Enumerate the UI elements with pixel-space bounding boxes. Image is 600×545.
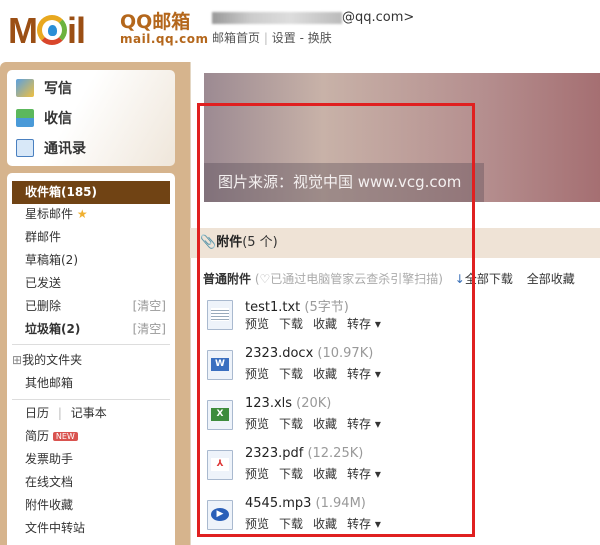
compose-button[interactable]: 写信 xyxy=(16,74,72,102)
skin-link[interactable]: 换肤 xyxy=(308,31,332,45)
my-folders[interactable]: ⊞我的文件夹 xyxy=(12,349,170,372)
save-all-button[interactable]: 全部收藏 xyxy=(527,272,575,286)
user-email: @qq.com> xyxy=(342,10,415,25)
empty-spam-button[interactable]: [清空] xyxy=(133,318,166,341)
folder-label: 垃圾箱(2) xyxy=(25,322,81,336)
attachment-favorites-link[interactable]: 附件收藏 xyxy=(12,494,170,517)
folder-inbox[interactable]: 收件箱(185) xyxy=(12,181,170,204)
mailbox-home-link[interactable]: 邮箱首页 xyxy=(212,31,260,45)
compose-icon xyxy=(16,79,34,97)
highlight-box xyxy=(197,103,475,537)
folder-group[interactable]: 群邮件 xyxy=(12,226,170,249)
contacts-button[interactable]: 通讯录 xyxy=(16,134,86,162)
online-docs-link[interactable]: 在线文档 xyxy=(12,471,170,494)
brand: QQ邮箱 mail.qq.com xyxy=(120,12,209,46)
receive-button[interactable]: 收信 xyxy=(16,104,72,132)
separator: | xyxy=(57,406,62,420)
separator: | xyxy=(263,31,268,45)
compose-label: 写信 xyxy=(44,81,72,97)
header-links: 邮箱首页 | 设置 - 换肤 xyxy=(212,29,332,46)
folder-drafts[interactable]: 草稿箱(2) xyxy=(12,249,170,272)
divider xyxy=(12,399,170,400)
expand-icon[interactable]: ⊞ xyxy=(12,353,22,367)
invoice-helper-link[interactable]: 发票助手 xyxy=(12,448,170,471)
folder-spam[interactable]: 垃圾箱(2) [清空] xyxy=(12,318,170,341)
contacts-icon xyxy=(16,139,34,157)
calendar-notes: 日历 | 记事本 xyxy=(12,402,170,425)
inbox-download-icon xyxy=(16,109,34,127)
other-mailboxes[interactable]: 其他邮箱 xyxy=(12,372,170,395)
settings-link[interactable]: 设置 xyxy=(272,31,296,45)
resume-link[interactable]: 简历 NEW xyxy=(12,425,170,448)
header: Mil QQ邮箱 mail.qq.com @qq.com> 邮箱首页 | 设置 -… xyxy=(0,0,600,62)
blurred-name xyxy=(212,11,342,24)
user-account: @qq.com> xyxy=(212,10,414,25)
empty-deleted-button[interactable]: [清空] xyxy=(133,295,166,318)
resume-label: 简历 xyxy=(25,429,50,443)
receive-label: 收信 xyxy=(44,111,72,127)
brand-url: mail.qq.com xyxy=(120,32,209,46)
folder-label: 已删除 xyxy=(25,299,62,313)
folder-label: 星标邮件 xyxy=(25,207,74,221)
calendar-link[interactable]: 日历 xyxy=(25,406,49,420)
folder-sent[interactable]: 已发送 xyxy=(12,272,170,295)
qq-mail-logo[interactable]: Mil xyxy=(8,10,86,52)
star-icon: ★ xyxy=(76,207,88,221)
folder-deleted[interactable]: 已删除 [清空] xyxy=(12,295,170,318)
separator: - xyxy=(299,31,304,45)
my-folders-label: 我的文件夹 xyxy=(22,353,83,367)
brand-name: QQ邮箱 xyxy=(120,11,191,33)
divider xyxy=(12,344,170,345)
new-badge: NEW xyxy=(52,432,78,441)
file-transfer-link[interactable]: 文件中转站 xyxy=(12,517,170,540)
folder-starred[interactable]: 星标邮件 ★ xyxy=(12,203,170,226)
notes-link[interactable]: 记事本 xyxy=(71,406,107,420)
contacts-label: 通讯录 xyxy=(44,141,86,157)
